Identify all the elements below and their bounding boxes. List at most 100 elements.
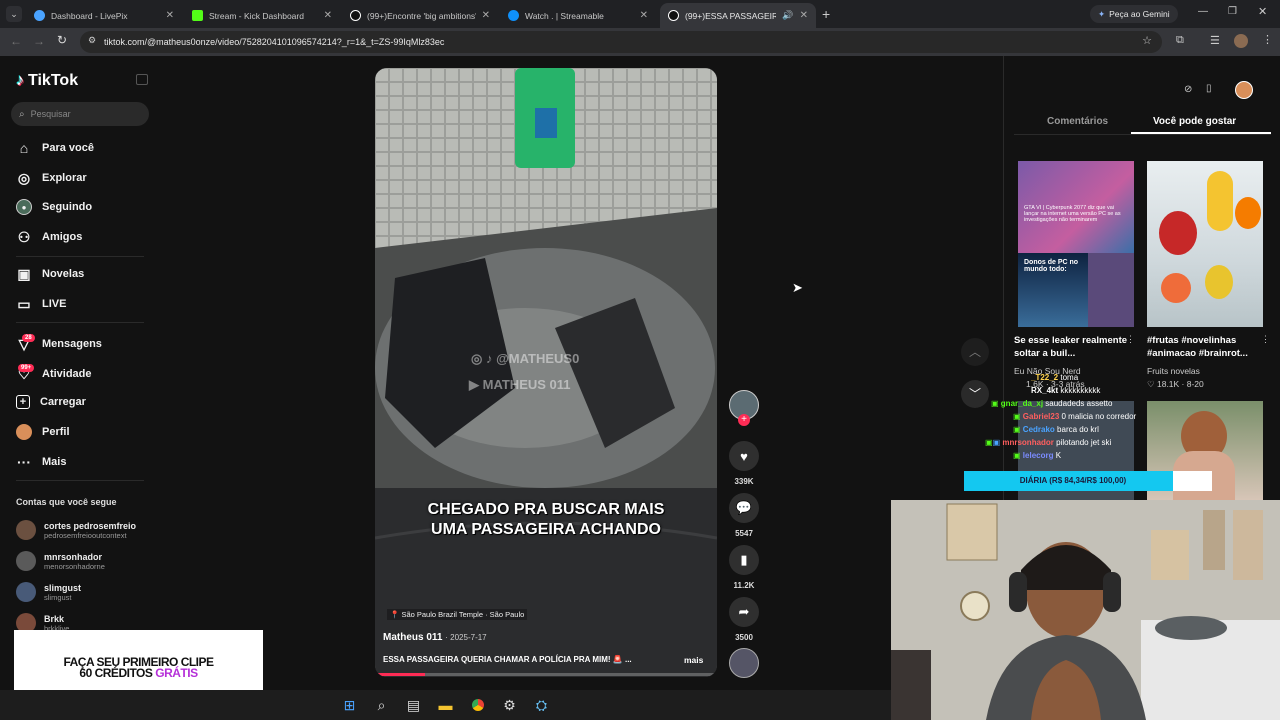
close-tab-icon[interactable]: ✕ xyxy=(166,10,174,21)
kick-badge-icon: ▣ xyxy=(1013,425,1021,434)
minimize-button[interactable]: — xyxy=(1198,6,1208,17)
video-author[interactable]: Matheus 011 xyxy=(383,632,442,643)
more-icon: ··· xyxy=(17,454,31,470)
browser-menu-icon[interactable]: ⋮ xyxy=(1262,33,1273,46)
nav-item-live[interactable]: ▭ LIVE xyxy=(16,296,66,312)
more-description-link[interactable]: mais xyxy=(684,655,703,665)
chat-text: toma xyxy=(1060,373,1079,382)
site-info-icon[interactable]: ⚙ xyxy=(88,35,96,46)
comment-button[interactable]: 💬 5547 xyxy=(728,493,760,538)
card-menu-icon[interactable]: ⋮ xyxy=(1261,334,1270,345)
user-avatar[interactable] xyxy=(1235,81,1253,99)
tab-search-button[interactable]: ⌄ xyxy=(6,6,22,22)
nav-item-carregar[interactable]: + Carregar xyxy=(16,395,86,409)
close-tab-icon[interactable]: ✕ xyxy=(640,10,648,21)
card-meta: ♡ 18.1K · 8-20 xyxy=(1147,379,1204,389)
follow-plus-icon[interactable]: + xyxy=(738,414,750,426)
card-donos-text: Donos de PC no mundo todo: xyxy=(1024,259,1079,273)
like-button[interactable]: ♥ 339K xyxy=(728,441,760,486)
nav-label: Amigos xyxy=(42,231,83,243)
save-count: 11.2K xyxy=(733,581,755,590)
card-thumb-text: GTA VI | Cyberpunk 2077 diz que vai lanç… xyxy=(1024,205,1121,223)
close-tab-icon[interactable]: ✕ xyxy=(800,10,808,21)
chat-message: ▣ gnar_da_xj saudadeds assetto xyxy=(991,399,1112,408)
nav-item-amigos[interactable]: ⚇ Amigos xyxy=(16,229,83,245)
search-placeholder: Pesquisar xyxy=(30,109,71,119)
search-icon[interactable]: ⌕ xyxy=(373,696,391,714)
compass-icon[interactable]: ⊘ xyxy=(1184,84,1192,95)
music-disc-button[interactable] xyxy=(728,648,760,678)
recommended-video-card[interactable]: GTA VI | Cyberpunk 2077 diz que vai lanç… xyxy=(1018,161,1134,327)
card-thumbnail-top: GTA VI | Cyberpunk 2077 diz que vai lanç… xyxy=(1018,161,1134,253)
tab-comentarios[interactable]: Comentários xyxy=(1047,116,1108,127)
nav-item-seguindo[interactable]: ● Seguindo xyxy=(16,199,92,215)
app-icon[interactable]: ⚙ xyxy=(501,696,519,714)
chat-user: gnar_da_xj xyxy=(1000,399,1044,408)
avatar xyxy=(16,520,36,540)
chrome-icon[interactable] xyxy=(468,696,487,714)
new-tab-button[interactable]: + xyxy=(822,6,830,22)
nav-item-para-voce[interactable]: ⌂ Para você xyxy=(16,140,94,156)
bookmark-star-icon[interactable]: ☆ xyxy=(1142,34,1152,47)
search-input[interactable]: ⌕ Pesquisar xyxy=(11,102,149,126)
recommended-video-card[interactable] xyxy=(1147,161,1263,327)
reload-button[interactable]: ↻ xyxy=(57,33,67,47)
browser-tab[interactable]: Stream - Kick Dashboard ✕ xyxy=(184,3,340,28)
forward-button[interactable]: → xyxy=(33,34,45,48)
tab-voce-pode-gostar[interactable]: Você pode gostar xyxy=(1153,116,1236,127)
address-bar[interactable]: ⚙ tiktok.com/@matheus0onze/video/7528204… xyxy=(80,31,1162,53)
gemini-button[interactable]: ✦ Peça ao Gemini xyxy=(1090,5,1178,23)
creator-avatar-button[interactable]: + xyxy=(728,390,760,426)
task-view-icon[interactable]: ▤ xyxy=(405,696,423,714)
followed-account[interactable]: mnrsonhador menorsonhadorne xyxy=(16,551,105,571)
previous-video-button[interactable]: ︿ xyxy=(961,338,989,366)
save-button[interactable]: ▮ 11.2K xyxy=(728,545,760,590)
browser-tab[interactable]: (99+)Encontre 'big ambitions' n ✕ xyxy=(342,3,498,28)
maximize-button[interactable]: ❐ xyxy=(1228,6,1237,17)
collapse-sidebar-icon[interactable] xyxy=(136,74,148,85)
windows-start-icon[interactable]: ⊞ xyxy=(341,696,359,714)
nav-item-explorar[interactable]: ◎ Explorar xyxy=(16,170,87,186)
account-handle: menorsonhadorne xyxy=(44,561,105,571)
profile-avatar[interactable] xyxy=(1234,34,1248,48)
account-handle: slimgust xyxy=(44,592,72,602)
bookmark-icon: ▮ xyxy=(729,545,759,575)
media-control-icon[interactable]: ☰ xyxy=(1210,34,1220,47)
nav-label: Perfil xyxy=(42,426,70,438)
verified-badge-icon: ▣ xyxy=(992,438,1001,447)
followed-account[interactable]: cortes pedrosemfreio pedrosemfreiooutcont… xyxy=(16,520,136,540)
browser-tab[interactable]: Watch . | Streamable ✕ xyxy=(500,3,656,28)
browser-toolbar: ← → ↻ ⚙ tiktok.com/@matheus0onze/video/7… xyxy=(0,28,1280,56)
home-icon: ⌂ xyxy=(19,140,29,156)
share-button[interactable]: ➦ 3500 xyxy=(728,597,760,642)
card-thumbnail-bottom: Donos de PC no mundo todo: xyxy=(1018,253,1088,327)
card-title[interactable]: Se esse leaker realmente soltar a buil..… xyxy=(1014,334,1132,360)
card-author[interactable]: Fruits novelas xyxy=(1147,366,1200,376)
card-menu-icon[interactable]: ⋮ xyxy=(1126,334,1135,345)
nav-label: LIVE xyxy=(42,298,67,310)
browser-tab-active[interactable]: (99+)ESSA PASSAGEIRA QU 🔊 ✕ xyxy=(660,3,816,28)
video-player[interactable]: ◎ ♪ @MATHEUS0 ▶ MATHEUS 011 CHEGADO PRA … xyxy=(375,68,717,677)
browser-tab[interactable]: Dashboard - LivePix ✕ xyxy=(26,3,182,28)
nav-label: Carregar xyxy=(40,396,86,408)
steam-icon[interactable]: ⛭ xyxy=(533,696,551,714)
fruit-character-icon xyxy=(1161,273,1191,303)
extensions-icon[interactable]: ⧉ xyxy=(1176,34,1184,47)
nav-item-perfil[interactable]: Perfil xyxy=(16,424,70,440)
close-tab-icon[interactable]: ✕ xyxy=(324,10,332,21)
followed-account[interactable]: slimgust slimgust xyxy=(16,582,81,602)
nav-item-mais[interactable]: ··· Mais xyxy=(16,454,66,470)
close-window-button[interactable]: ✕ xyxy=(1258,5,1267,18)
audio-playing-icon[interactable]: 🔊 xyxy=(782,10,793,21)
location-tag[interactable]: 📍 São Paulo Brazil Temple · São Paulo xyxy=(387,609,528,620)
video-progress-bar[interactable] xyxy=(375,673,717,676)
location-text: São Paulo Brazil Temple · São Paulo xyxy=(401,610,525,619)
back-button[interactable]: ← xyxy=(10,34,22,48)
promo-free: GRÁTIS xyxy=(155,666,198,680)
close-tab-icon[interactable]: ✕ xyxy=(482,10,490,21)
nav-item-novelas[interactable]: ▣ Novelas xyxy=(16,266,84,282)
card-title[interactable]: #frutas #novelinhas #animacao #brainrot.… xyxy=(1147,334,1265,360)
file-explorer-icon[interactable]: ▬ xyxy=(437,696,455,714)
tiktok-logo[interactable]: ♪ TikTok xyxy=(16,72,78,90)
device-icon[interactable]: ▯ xyxy=(1206,83,1212,94)
